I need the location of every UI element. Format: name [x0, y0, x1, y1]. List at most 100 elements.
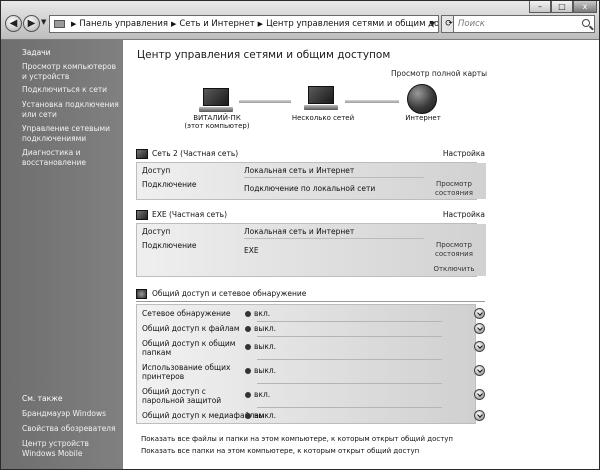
status-dot-icon	[245, 311, 251, 317]
expand-chevron-icon[interactable]	[474, 389, 485, 400]
history-dropdown-icon[interactable]: ▼	[41, 18, 46, 26]
full-map-link[interactable]: Просмотр полной карты	[391, 69, 487, 78]
sharing-panel: Сетевое обнаружение вкл. Общий доступ к …	[136, 304, 485, 424]
network-2-title: EXE (Частная сеть)	[152, 210, 228, 219]
expand-chevron-icon[interactable]	[474, 308, 485, 319]
status-dot-icon	[245, 368, 251, 374]
sidebar-item-connect-network[interactable]: Подключиться к сети	[22, 85, 120, 95]
sidebar-item-mobile-device-center[interactable]: Центр устройств Windows Mobile	[22, 439, 120, 458]
row-divider	[244, 238, 424, 239]
sidebar-item-browser-properties[interactable]: Свойства обозревателя	[22, 424, 120, 434]
expand-chevron-icon[interactable]	[474, 341, 485, 352]
address-dropdown-icon[interactable]: ▼	[430, 16, 435, 32]
back-button[interactable]: ◀	[5, 15, 22, 32]
map-computer-sub: (этот компьютер)	[184, 122, 250, 130]
title-address-bar: – □ x ◀ ▶ ▼ ▶ Панель управления ▶ Сеть и Инте…	[1, 1, 599, 40]
row-divider	[257, 321, 442, 322]
network-2-setup-link[interactable]: Настройка	[443, 210, 485, 219]
network-1-access-value: Локальная сеть и Интернет	[244, 166, 355, 175]
search-input[interactable]: Поиск	[453, 15, 595, 33]
computer-icon	[199, 88, 233, 112]
row-divider	[244, 177, 424, 178]
sharing-value: выкл.	[254, 342, 277, 351]
multiple-networks-icon	[304, 86, 338, 110]
map-computer-name: ВИТАЛИЙ-ПК	[193, 114, 241, 122]
network-1-connection-label: Подключение	[142, 180, 197, 189]
minimize-button[interactable]: –	[529, 1, 551, 13]
maximize-button[interactable]: □	[551, 1, 573, 13]
network-1-access-label: Доступ	[142, 166, 171, 175]
breadcrumb-separator-icon[interactable]: ▶	[258, 20, 263, 28]
show-shared-files-link[interactable]: Показать все файлы и папки на этом компь…	[141, 435, 453, 443]
close-button[interactable]: x	[573, 1, 597, 13]
main-content: Центр управления сетями и общим доступом…	[123, 40, 599, 469]
sharing-divider	[136, 301, 485, 302]
sidebar-item-view-computers[interactable]: Просмотр компьютеров и устройств	[22, 62, 120, 81]
network-1-header: Сеть 2 (Частная сеть) Настройка	[136, 149, 485, 160]
breadcrumb-network-center[interactable]: Центр управления сетями и общим доступом	[266, 19, 438, 29]
refresh-icon: ⟳	[445, 19, 453, 29]
network-2-disconnect-link[interactable]: Отключить	[424, 265, 484, 274]
sharing-icon	[136, 289, 147, 299]
network-2-view-status-link[interactable]: Просмотр состояния	[424, 241, 484, 258]
sidebar-item-manage-connections[interactable]: Управление сетевыми подключениями	[22, 124, 120, 143]
sharing-value: выкл.	[254, 366, 277, 375]
network-2-access-value: Локальная сеть и Интернет	[244, 227, 355, 236]
network-1-panel: Доступ Локальная сеть и Интернет Подключ…	[136, 162, 486, 200]
breadcrumb-network-internet[interactable]: Сеть и Интернет	[179, 19, 254, 29]
internet-globe-icon	[407, 84, 437, 114]
map-networks-label: Несколько сетей	[291, 114, 355, 122]
sharing-value: вкл.	[254, 390, 271, 399]
row-divider	[257, 359, 442, 360]
sidebar-item-setup-connection[interactable]: Установка подключения или сети	[22, 100, 120, 119]
sharing-value: выкл.	[254, 411, 277, 420]
status-dot-icon	[245, 413, 251, 419]
network-1-connection-value[interactable]: Подключение по локальной сети	[244, 184, 375, 193]
back-arrow-icon: ◀	[9, 18, 18, 29]
page-title: Центр управления сетями и общим доступом	[137, 49, 391, 61]
network-2-access-label: Доступ	[142, 227, 171, 236]
sharing-header: Общий доступ и сетевое обнаружение	[152, 289, 307, 298]
breadcrumb-separator-icon[interactable]: ▶	[71, 20, 76, 28]
sharing-value: вкл.	[254, 309, 271, 318]
sharing-label: Общий доступ к общим папкам	[142, 339, 236, 357]
breadcrumb-control-panel[interactable]: Панель управления	[79, 19, 168, 29]
network-1-view-status-link[interactable]: Просмотр состояния	[424, 180, 484, 197]
status-dot-icon	[245, 326, 251, 332]
sidebar-item-diagnostics[interactable]: Диагностика и восстановление	[22, 148, 120, 167]
expand-chevron-icon[interactable]	[474, 323, 485, 334]
sidebar-tasks-header: Задачи	[22, 48, 51, 57]
search-placeholder: Поиск	[458, 19, 485, 29]
status-dot-icon	[245, 392, 251, 398]
row-divider	[257, 383, 442, 384]
sidebar-item-firewall[interactable]: Брандмауэр Windows	[22, 409, 120, 419]
forward-button[interactable]: ▶	[23, 15, 40, 32]
map-computer-label: ВИТАЛИЙ-ПК (этот компьютер)	[179, 114, 255, 130]
network-2-connection-label: Подключение	[142, 241, 197, 250]
map-connection-line	[345, 100, 399, 103]
expand-chevron-icon[interactable]	[474, 410, 485, 421]
expand-chevron-icon[interactable]	[474, 365, 485, 376]
network-1-setup-link[interactable]: Настройка	[443, 149, 485, 158]
forward-arrow-icon: ▶	[27, 18, 36, 29]
window: – □ x ◀ ▶ ▼ ▶ Панель управления ▶ Сеть и Инте…	[0, 0, 600, 470]
network-2-panel: Доступ Локальная сеть и Интернет Подключ…	[136, 223, 486, 277]
network-1-title: Сеть 2 (Частная сеть)	[152, 149, 239, 158]
map-connection-line	[239, 100, 291, 103]
sharing-label: Использование общих принтеров	[142, 363, 231, 381]
sharing-label: Общий доступ с парольной защитой	[142, 387, 222, 405]
network-2-header: EXE (Частная сеть) Настройка	[136, 210, 485, 221]
search-icon[interactable]	[582, 19, 590, 27]
row-divider	[257, 336, 442, 337]
network-2-connection-value[interactable]: EXE	[244, 246, 259, 255]
address-bar[interactable]: ▶ Панель управления ▶ Сеть и Интернет ▶ Центр…	[49, 15, 439, 33]
network-icon	[136, 149, 148, 159]
sharing-label: Общий доступ к файлам	[142, 324, 240, 333]
row-divider	[257, 407, 442, 408]
sharing-value: выкл.	[254, 324, 277, 333]
sidebar: Задачи Просмотр компьютеров и устройств …	[1, 40, 123, 469]
breadcrumb-separator-icon[interactable]: ▶	[171, 20, 176, 28]
window-controls: – □ x	[529, 1, 597, 13]
show-shared-folders-link[interactable]: Показать все папки на этом компьютере, к…	[141, 447, 419, 455]
sharing-label: Сетевое обнаружение	[142, 309, 231, 318]
